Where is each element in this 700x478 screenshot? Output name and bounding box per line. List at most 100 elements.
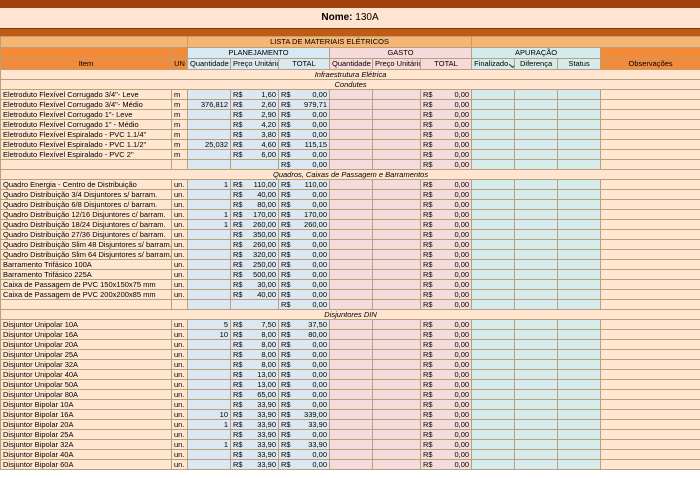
cell-finalizado[interactable] xyxy=(471,249,516,260)
cell-preco-gasto[interactable] xyxy=(372,149,421,160)
cell-qtd[interactable] xyxy=(187,159,231,170)
group-gasto[interactable]: GASTO xyxy=(328,47,473,59)
cell-preco[interactable]: R$ 250,00 xyxy=(230,259,279,270)
cell-qtd[interactable] xyxy=(187,299,231,310)
cell-item[interactable]: Quadro Distribuição Slim 64 Disjuntores … xyxy=(0,249,172,260)
cell-un[interactable]: un. xyxy=(171,239,188,250)
cell-diferenca[interactable] xyxy=(514,319,559,330)
cell-diferenca[interactable] xyxy=(514,279,559,290)
cell-qtd[interactable] xyxy=(187,229,231,240)
col-qtd[interactable]: Quantidade xyxy=(187,58,231,70)
cell-preco[interactable]: R$ 1,60 xyxy=(230,89,279,100)
cell-total[interactable]: R$ 0,00 xyxy=(278,239,330,250)
cell-un[interactable]: un. xyxy=(171,329,188,340)
cell-preco-gasto[interactable] xyxy=(372,269,421,280)
cell-un[interactable]: un. xyxy=(171,389,188,400)
cell-qtd[interactable] xyxy=(187,109,231,120)
cell-total-gasto[interactable]: R$ 0,00 xyxy=(419,279,473,290)
cell-un[interactable]: m xyxy=(171,129,188,140)
cell-qtd-gasto[interactable] xyxy=(329,369,373,380)
cell-diferenca[interactable] xyxy=(514,99,559,110)
col-preco-gasto[interactable]: Preço Unitário xyxy=(372,58,421,70)
cell-qtd-gasto[interactable] xyxy=(329,159,373,170)
cell-status[interactable] xyxy=(557,289,602,300)
cell-un[interactable]: un. xyxy=(171,209,188,220)
cell-obs[interactable] xyxy=(600,349,700,360)
cell-diferenca[interactable] xyxy=(514,239,559,250)
cell-status[interactable] xyxy=(557,99,602,110)
cell-un[interactable]: un. xyxy=(171,269,188,280)
cell-qtd[interactable]: 5 xyxy=(187,319,231,330)
cell-un[interactable]: un. xyxy=(171,429,188,440)
cell-status[interactable] xyxy=(557,409,602,420)
cell-diferenca[interactable] xyxy=(514,449,559,460)
section-label[interactable]: Infraestrutura Elétrica xyxy=(0,69,700,80)
section-label[interactable]: Condutes xyxy=(0,79,700,90)
cell-un[interactable] xyxy=(171,299,188,310)
col-obs[interactable]: Observações xyxy=(600,58,700,70)
cell-qtd-gasto[interactable] xyxy=(329,149,373,160)
group-apuracao[interactable]: APURAÇÃO xyxy=(471,47,602,59)
cell-preco[interactable]: R$ 33,90 xyxy=(230,429,279,440)
cell-diferenca[interactable] xyxy=(514,209,559,220)
cell-status[interactable] xyxy=(557,259,602,270)
cell-qtd[interactable] xyxy=(187,449,231,460)
cell-qtd-gasto[interactable] xyxy=(329,239,373,250)
cell-status[interactable] xyxy=(557,449,602,460)
cell-un[interactable]: un. xyxy=(171,449,188,460)
cell-total-gasto[interactable]: R$ 0,00 xyxy=(419,99,473,110)
cell-obs[interactable] xyxy=(600,159,700,170)
cell-preco[interactable]: R$ 260,00 xyxy=(230,239,279,250)
cell-status[interactable] xyxy=(557,369,602,380)
cell-un[interactable]: m xyxy=(171,149,188,160)
cell-preco[interactable]: R$ 33,90 xyxy=(230,449,279,460)
cell-finalizado[interactable] xyxy=(471,449,516,460)
cell-status[interactable] xyxy=(557,219,602,230)
cell-preco[interactable]: R$ 170,00 xyxy=(230,209,279,220)
cell-status[interactable] xyxy=(557,89,602,100)
cell-preco-gasto[interactable] xyxy=(372,429,421,440)
cell-total[interactable]: R$ 0,00 xyxy=(278,149,330,160)
cell-preco-gasto[interactable] xyxy=(372,389,421,400)
cell-total-gasto[interactable]: R$ 0,00 xyxy=(419,129,473,140)
cell-qtd[interactable] xyxy=(187,459,231,470)
col-finalizado[interactable]: Finalizado xyxy=(471,58,516,70)
cell-item[interactable]: Disjuntor Unipolar 16A xyxy=(0,329,172,340)
cell-qtd[interactable] xyxy=(187,239,231,250)
cell-obs[interactable] xyxy=(600,89,700,100)
cell-preco[interactable]: R$ 8,00 xyxy=(230,359,279,370)
cell-obs[interactable] xyxy=(600,259,700,270)
cell-total-gasto[interactable]: R$ 0,00 xyxy=(419,139,473,150)
cell-status[interactable] xyxy=(557,459,602,470)
cell-status[interactable] xyxy=(557,319,602,330)
cell-finalizado[interactable] xyxy=(471,199,516,210)
cell-un[interactable]: un. xyxy=(171,409,188,420)
cell-item[interactable]: Disjuntor Unipolar 25A xyxy=(0,349,172,360)
cell-status[interactable] xyxy=(557,279,602,290)
cell-qtd[interactable]: 1 xyxy=(187,209,231,220)
cell-preco-gasto[interactable] xyxy=(372,459,421,470)
cell-preco-gasto[interactable] xyxy=(372,289,421,300)
col-item[interactable]: Item xyxy=(0,58,172,70)
cell-qtd[interactable] xyxy=(187,369,231,380)
cell-total[interactable]: R$ 0,00 xyxy=(278,199,330,210)
cell-preco-gasto[interactable] xyxy=(372,209,421,220)
cell-total-gasto[interactable]: R$ 0,00 xyxy=(419,119,473,130)
cell-total[interactable]: R$ 339,00 xyxy=(278,409,330,420)
cell-un[interactable]: un. xyxy=(171,189,188,200)
cell-finalizado[interactable] xyxy=(471,349,516,360)
cell-total-gasto[interactable]: R$ 0,00 xyxy=(419,339,473,350)
cell-item[interactable]: Eletroduto Flexível Corrugado 1"- Leve xyxy=(0,109,172,120)
cell-status[interactable] xyxy=(557,439,602,450)
cell-status[interactable] xyxy=(557,109,602,120)
cell-status[interactable] xyxy=(557,149,602,160)
cell-diferenca[interactable] xyxy=(514,139,559,150)
cell-finalizado[interactable] xyxy=(471,139,516,150)
cell-finalizado[interactable] xyxy=(471,299,516,310)
cell-un[interactable]: un. xyxy=(171,359,188,370)
cell-un[interactable]: un. xyxy=(171,279,188,290)
cell-un[interactable]: m xyxy=(171,139,188,150)
cell-qtd-gasto[interactable] xyxy=(329,399,373,410)
cell-qtd-gasto[interactable] xyxy=(329,319,373,330)
cell-finalizado[interactable] xyxy=(471,149,516,160)
